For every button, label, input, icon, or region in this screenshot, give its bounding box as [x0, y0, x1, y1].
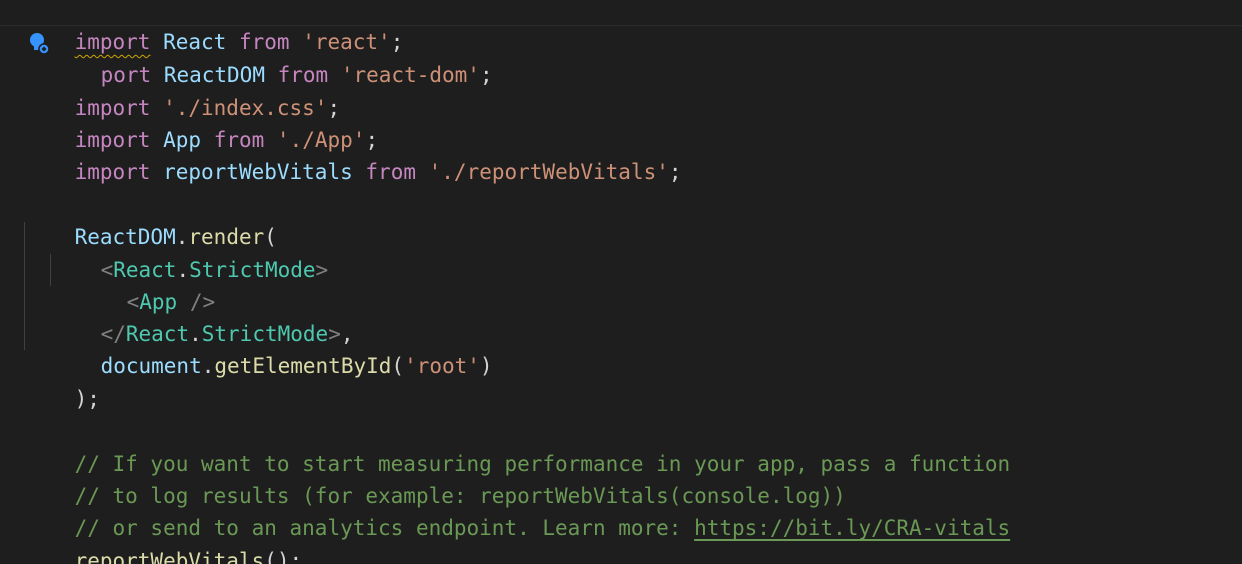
code-line-16[interactable]: // or send to an analytics endpoint. Lea…	[24, 480, 1011, 540]
punctuation: ;	[479, 63, 493, 87]
code-line-2[interactable]: port ReactDOM from 'react-dom';	[50, 27, 493, 87]
punctuation: ;	[668, 160, 682, 184]
jsx-bracket: >	[315, 258, 329, 282]
comment-link[interactable]: https://bit.ly/CRA-vitals	[694, 516, 1010, 540]
code-line-11[interactable]: document.getElementById('root')	[50, 318, 493, 378]
code-line-10[interactable]: </React.StrictMode>,	[50, 286, 354, 346]
string-literal: 'react-dom'	[340, 63, 480, 87]
punctuation: .	[201, 354, 215, 378]
string-literal: './reportWebVitals'	[428, 160, 669, 184]
code-line-14[interactable]: // If you want to start measuring perfor…	[24, 416, 1011, 476]
identifier: reportWebVitals	[163, 160, 353, 184]
code-line-12[interactable]: );	[24, 351, 100, 411]
code-line-4[interactable]: import App from './App';	[24, 92, 379, 152]
code-line-17[interactable]: reportWebVitals();	[24, 513, 303, 564]
code-line-7[interactable]: ReactDOM.render(	[24, 189, 277, 249]
code-line-15[interactable]: // to log results (for example: reportWe…	[24, 448, 846, 508]
code-line-8[interactable]: <React.StrictMode>	[50, 222, 329, 282]
string-literal: 'root'	[404, 354, 480, 378]
keyword: from	[365, 160, 416, 184]
punctuation: ();	[264, 549, 303, 564]
code-line-9[interactable]: <App />	[76, 254, 216, 314]
identifier: document	[100, 354, 202, 378]
code-line-5[interactable]: import reportWebVitals from './reportWeb…	[24, 124, 682, 184]
keyword: import	[74, 160, 151, 184]
function-name: reportWebVitals	[74, 549, 265, 564]
code-editor[interactable]: import React from 'react'; port ReactDOM…	[0, 0, 1242, 564]
punctuation: );	[74, 387, 100, 411]
punctuation: )	[479, 354, 493, 378]
lightbulb-icon[interactable]	[28, 32, 50, 56]
function-name: getElementById	[214, 354, 392, 378]
code-line-3[interactable]: import './index.css';	[24, 60, 341, 120]
punctuation: (	[391, 354, 405, 378]
code-line-1[interactable]: import React from 'react';	[24, 0, 404, 54]
